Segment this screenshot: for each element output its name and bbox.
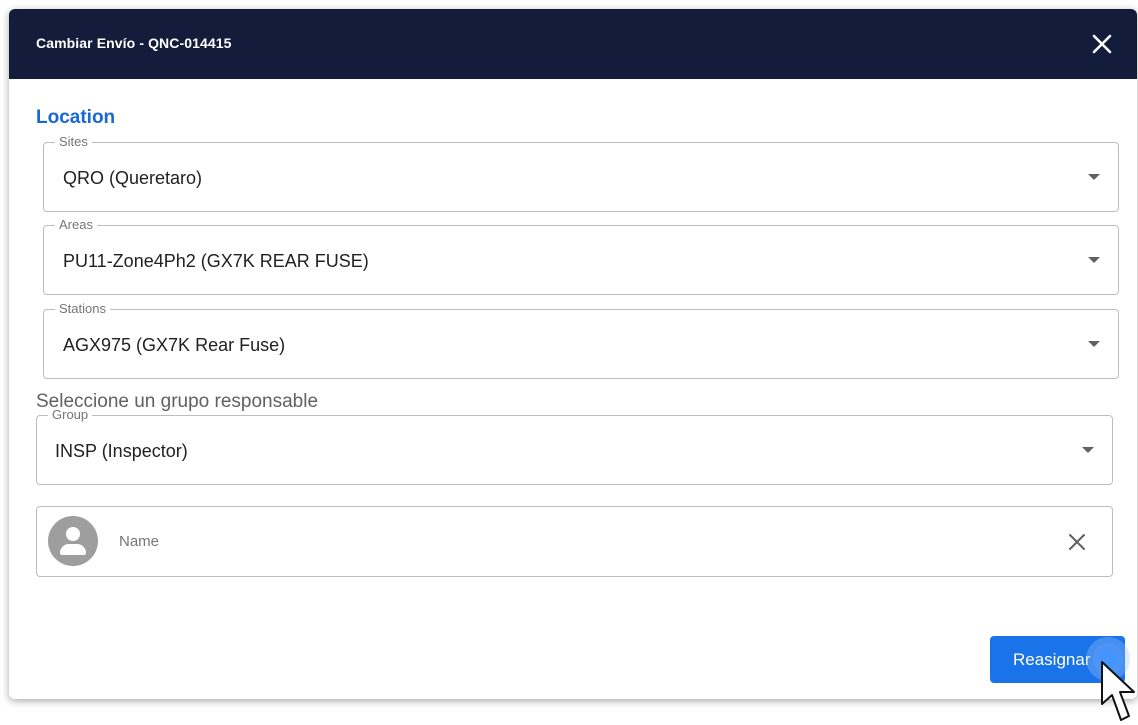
location-section-title: Location [36, 107, 116, 128]
dropdown-arrow-icon [1082, 447, 1094, 453]
group-label: Group [48, 407, 93, 423]
sites-label: Sites [55, 134, 92, 150]
reassign-dialog: Cambiar Envío - QNC-014415 Location Site… [9, 9, 1137, 699]
stations-value: AGX975 (GX7K Rear Fuse) [63, 335, 286, 355]
areas-select[interactable]: Areas PU11-Zone4Ph2 (GX7K REAR FUSE) [43, 217, 1119, 295]
dialog-header: Cambiar Envío - QNC-014415 [9, 9, 1137, 79]
clear-user-button[interactable] [1067, 532, 1087, 552]
sites-select[interactable]: Sites QRO (Queretaro) [43, 134, 1119, 212]
reassign-button[interactable]: Reasignar [990, 636, 1125, 683]
sites-value: QRO (Queretaro) [63, 168, 203, 188]
dropdown-arrow-icon [1088, 341, 1100, 347]
areas-label: Areas [55, 217, 97, 233]
areas-value: PU11-Zone4Ph2 (GX7K REAR FUSE) [63, 251, 369, 271]
stations-label: Stations [55, 301, 110, 317]
close-button[interactable] [1089, 31, 1115, 57]
avatar-body [60, 544, 86, 555]
close-icon [1069, 534, 1085, 550]
stations-select[interactable]: Stations AGX975 (GX7K Rear Fuse) [43, 301, 1119, 379]
user-name-field[interactable]: Name [36, 506, 1113, 577]
close-icon [1092, 34, 1112, 54]
dropdown-arrow-icon [1088, 174, 1100, 180]
group-value: INSP (Inspector) [55, 441, 188, 461]
name-input[interactable]: Name [119, 533, 159, 550]
dropdown-arrow-icon [1088, 257, 1100, 263]
person-icon [48, 516, 98, 566]
avatar-head [66, 527, 80, 541]
dialog-title: Cambiar Envío - QNC-014415 [36, 35, 232, 51]
group-select[interactable]: Group INSP (Inspector) [36, 407, 1113, 485]
